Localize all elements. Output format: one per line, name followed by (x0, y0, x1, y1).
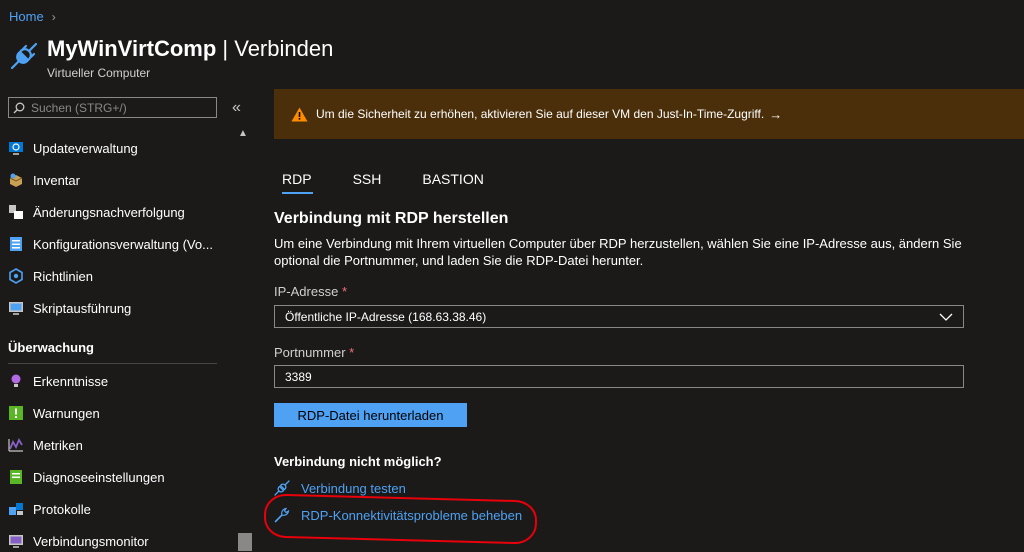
insights-icon (11, 374, 21, 387)
sidebar-item-label: Updateverwaltung (33, 140, 138, 156)
sidebar-item-label: Protokolle (33, 501, 91, 517)
metrics-icon (8, 438, 23, 452)
tab-ssh[interactable]: SSH (345, 168, 390, 192)
sidebar-item-warnungen[interactable]: Warnungen (8, 402, 100, 424)
sidebar-item-label: Skriptausführung (33, 300, 132, 316)
warning-icon (291, 107, 308, 121)
connect-plug-icon (10, 42, 38, 70)
search-input[interactable] (29, 99, 213, 116)
tab-bastion[interactable]: BASTION (414, 168, 491, 192)
sidebar-item-updateverwaltung[interactable]: Updateverwaltung (8, 137, 138, 159)
sidebar-item-verbindungsmonitor[interactable]: Verbindungsmonitor (8, 530, 149, 552)
connection-monitor-icon (9, 535, 23, 548)
connect-tabs: RDP SSH BASTION (274, 168, 517, 194)
required-marker: * (341, 284, 347, 299)
update-management-icon (9, 142, 23, 155)
sidebar-item-label: Erkenntnisse (33, 373, 109, 389)
chevron-right-icon: › (51, 9, 56, 24)
sidebar-item-label: Diagnoseeinstellungen (33, 469, 165, 485)
page-subtitle: Virtueller Computer (47, 66, 151, 80)
change-tracking-icon (9, 205, 23, 219)
scroll-up-arrow[interactable]: ▲ (238, 128, 248, 139)
sidebar-item-richtlinien[interactable]: Richtlinien (8, 265, 93, 287)
red-highlight-circle (263, 493, 538, 545)
rdp-heading: Verbindung mit RDP herstellen (274, 210, 509, 227)
ip-address-value: Öffentliche IP-Adresse (168.63.38.46) (285, 309, 487, 324)
rdp-description: Um eine Verbindung mit Ihrem virtuellen … (274, 236, 962, 268)
sidebar-item-label: Metriken (33, 437, 83, 453)
troubleshoot-heading: Verbindung nicht möglich? (274, 454, 442, 469)
policies-icon (9, 268, 23, 284)
port-number-field[interactable]: 3389 (274, 365, 964, 388)
port-number-label: Portnummer * (274, 345, 355, 360)
ip-address-dropdown[interactable]: Öffentliche IP-Adresse (168.63.38.46) (274, 305, 964, 328)
section-divider (8, 363, 217, 364)
sidebar-item-diagnoseeinstellungen[interactable]: Diagnoseeinstellungen (8, 466, 165, 488)
collapse-sidebar-icon[interactable]: « (232, 99, 241, 117)
sidebar-section-ueberwachung: Überwachung (8, 340, 94, 355)
page-title: MyWinVirtComp | Verbinden (47, 36, 334, 61)
sidebar-scrollbar[interactable] (238, 533, 252, 551)
download-rdp-file-button[interactable]: RDP-Datei herunterladen (274, 403, 467, 427)
logs-icon (9, 503, 23, 515)
chevron-down-icon (939, 313, 953, 321)
sidebar-item-label: Konfigurationsverwaltung (Vo... (33, 236, 213, 252)
inventory-icon (9, 173, 23, 187)
jit-warning-banner[interactable]: Um die Sicherheit zu erhöhen, aktivieren… (274, 89, 1024, 139)
arrow-right-icon: → (769, 106, 783, 122)
diagnostic-settings-icon (10, 470, 22, 484)
sidebar-item-erkenntnisse[interactable]: Erkenntnisse (8, 370, 108, 392)
sidebar-item-label: Verbindungsmonitor (33, 533, 149, 549)
sidebar-search[interactable] (8, 97, 217, 118)
configuration-management-icon (10, 237, 22, 251)
breadcrumb-home-link[interactable]: Home (9, 9, 44, 24)
required-marker: * (349, 345, 355, 360)
test-connection-label: Verbindung testen (301, 480, 406, 496)
alerts-icon (9, 406, 23, 420)
sidebar-item-metriken[interactable]: Metriken (8, 434, 83, 456)
sidebar-item-label: Inventar (33, 172, 80, 188)
sidebar-item-skriptausfuehrung[interactable]: Skriptausführung (8, 297, 131, 319)
sidebar-item-aenderungsnachverfolgung[interactable]: Änderungsnachverfolgung (8, 201, 185, 223)
page-header: MyWinVirtComp | Verbinden Virtueller Com… (8, 36, 333, 80)
banner-text: Um die Sicherheit zu erhöhen, aktivieren… (316, 107, 765, 121)
breadcrumb: Home › (9, 9, 56, 24)
ip-address-label: IP-Adresse * (274, 284, 347, 299)
sidebar-item-inventar[interactable]: Inventar (8, 169, 80, 191)
tab-rdp[interactable]: RDP (274, 168, 320, 194)
sidebar-item-label: Änderungsnachverfolgung (33, 204, 185, 220)
sidebar-item-label: Richtlinien (33, 268, 93, 284)
sidebar-item-label: Warnungen (33, 405, 100, 421)
sidebar-item-konfigurationsverwaltung[interactable]: Konfigurationsverwaltung (Vo... (8, 233, 213, 255)
search-icon (13, 102, 25, 113)
run-command-icon (9, 302, 23, 315)
sidebar-item-protokolle[interactable]: Protokolle (8, 498, 91, 520)
